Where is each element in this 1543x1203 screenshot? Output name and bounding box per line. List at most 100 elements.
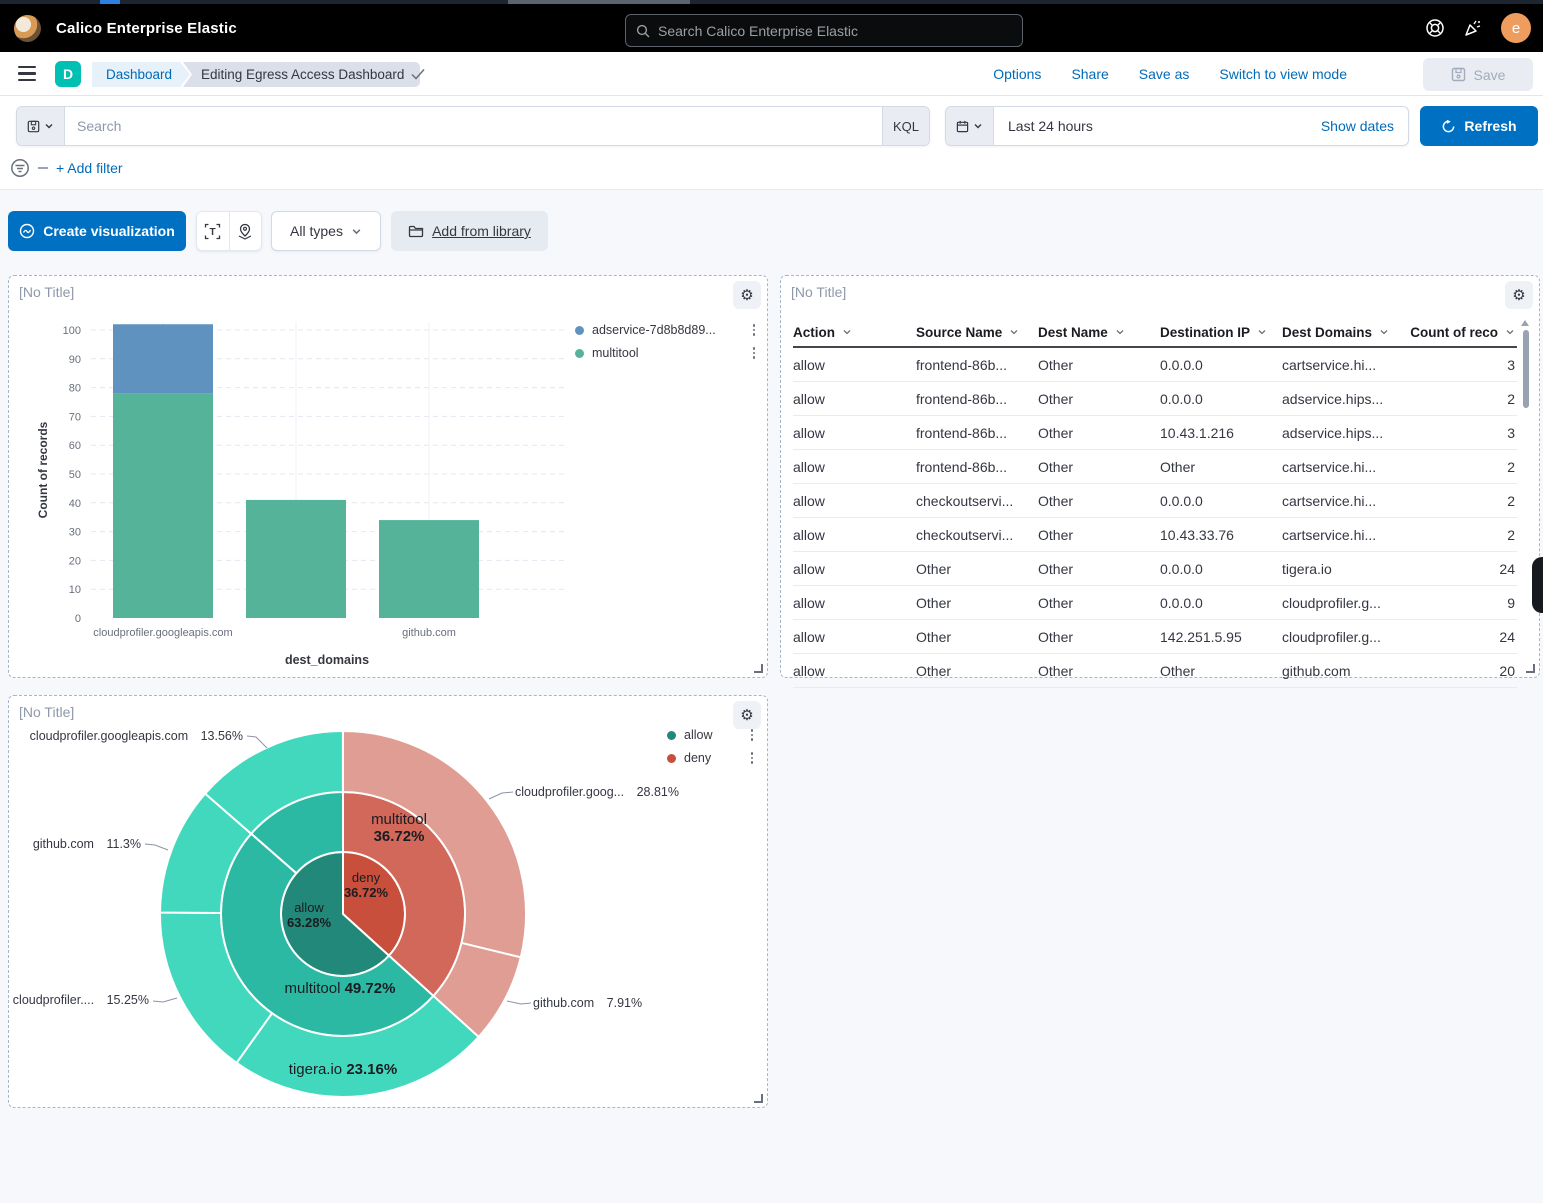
pie-legend-item[interactable]: allow xyxy=(667,727,755,743)
quick-add-group: T xyxy=(196,211,262,251)
bar-segment-adservice-7d8b8d89...[interactable] xyxy=(113,324,213,393)
callout-label: cloudprofiler.googleapis.com 13.56% xyxy=(30,729,243,743)
panel-settings-gear-icon[interactable]: ⚙ xyxy=(1505,281,1533,309)
legend-label[interactable]: allow xyxy=(684,728,713,742)
column-header-dest-domains[interactable]: Dest Domains xyxy=(1282,325,1404,340)
global-search-input[interactable]: Search Calico Enterprise Elastic xyxy=(625,14,1023,47)
pie-legend-item[interactable]: deny xyxy=(667,750,755,766)
table-cell: allow xyxy=(793,357,916,373)
panel-resize-handle[interactable] xyxy=(754,1094,763,1103)
table-cell: 142.251.5.95 xyxy=(1160,629,1282,645)
table-cell: allow xyxy=(793,527,916,543)
refresh-button[interactable]: Refresh xyxy=(1420,106,1538,146)
check-icon xyxy=(410,66,426,82)
all-types-select[interactable]: All types xyxy=(271,211,381,251)
table-cell: Other xyxy=(1038,561,1160,577)
add-map-icon[interactable] xyxy=(229,212,261,250)
bar-segment-multitool[interactable] xyxy=(113,393,213,618)
sort-chevron-icon xyxy=(1505,327,1515,337)
time-range-value[interactable]: Last 24 hours xyxy=(994,118,1321,134)
table-cell: allow xyxy=(793,391,916,407)
table-row: allowOtherOtherOthergithub.com20 xyxy=(793,654,1517,688)
save-button-label: Save xyxy=(1474,67,1506,83)
legend-label[interactable]: multitool xyxy=(592,346,639,360)
create-visualization-button[interactable]: Create visualization xyxy=(8,211,186,251)
add-from-library-button[interactable]: Add from library xyxy=(391,211,548,251)
column-header-label: Dest Name xyxy=(1038,325,1108,340)
kql-search-input[interactable]: Search KQL xyxy=(16,106,930,146)
panel-resize-handle[interactable] xyxy=(1526,664,1535,673)
options-link[interactable]: Options xyxy=(993,66,1041,82)
bar-legend-item[interactable]: adservice-7d8b8d89... xyxy=(575,322,757,338)
legend-options-icon[interactable] xyxy=(749,728,756,742)
table-row: allowOtherOther0.0.0.0cloudprofiler.g...… xyxy=(793,586,1517,620)
table-cell: allow xyxy=(793,459,916,475)
column-header-count-of-reco[interactable]: Count of reco xyxy=(1404,325,1517,340)
user-avatar[interactable]: e xyxy=(1501,13,1531,43)
calendar-menu-button[interactable] xyxy=(946,107,994,145)
table-cell: 3 xyxy=(1404,425,1517,441)
menu-icon[interactable] xyxy=(18,66,36,81)
help-icon[interactable] xyxy=(1425,18,1445,38)
svg-text:0: 0 xyxy=(75,613,81,625)
dashboard-app-badge[interactable]: D xyxy=(55,61,81,87)
filter-menu-icon[interactable] xyxy=(10,158,30,178)
panel-data-table: [No Title] ⚙ ActionSource NameDest NameD… xyxy=(780,275,1540,678)
slice-label: multitool xyxy=(371,811,427,828)
legend-label[interactable]: adservice-7d8b8d89... xyxy=(592,323,716,337)
save-button[interactable]: Save xyxy=(1423,58,1533,91)
switch-view-mode-link[interactable]: Switch to view mode xyxy=(1219,66,1347,82)
show-dates-link[interactable]: Show dates xyxy=(1321,118,1408,134)
bar-legend-item[interactable]: multitool xyxy=(575,345,757,361)
table-row: allowfrontend-86b...Other0.0.0.0cartserv… xyxy=(793,348,1517,382)
sunburst-legend: allow deny xyxy=(667,727,755,766)
panel-settings-gear-icon[interactable]: ⚙ xyxy=(733,701,761,729)
calico-logo-icon xyxy=(14,15,41,42)
data-table: Action Source NameDest Name Destination IP… xyxy=(793,318,1517,688)
breadcrumb-dashboard[interactable]: Dashboard xyxy=(92,62,190,87)
bar-segment-multitool[interactable] xyxy=(246,500,346,618)
table-cell: Other xyxy=(1038,527,1160,543)
table-cell: cartservice.hi... xyxy=(1282,357,1404,373)
saved-query-menu-button[interactable] xyxy=(17,107,65,145)
slice-label: deny xyxy=(352,870,381,885)
column-header-destination-ip[interactable]: Destination IP xyxy=(1160,325,1282,340)
table-cell: adservice.hips... xyxy=(1282,425,1404,441)
table-cell: checkoutservi... xyxy=(916,493,1038,509)
share-link[interactable]: Share xyxy=(1071,66,1108,82)
table-cell: cartservice.hi... xyxy=(1282,493,1404,509)
collapsed-flyout-handle[interactable] xyxy=(1532,557,1543,613)
sort-chevron-icon xyxy=(1257,327,1267,337)
svg-text:90: 90 xyxy=(69,354,81,366)
table-scroll-up-icon[interactable] xyxy=(1521,320,1529,326)
chevron-down-icon xyxy=(44,121,54,131)
search-placeholder: Search xyxy=(65,118,882,134)
column-header-dest-name[interactable]: Dest Name xyxy=(1038,325,1160,340)
legend-options-icon[interactable] xyxy=(751,346,758,360)
legend-label[interactable]: deny xyxy=(684,751,711,765)
add-filter-link[interactable]: + Add filter xyxy=(56,160,123,176)
date-picker[interactable]: Last 24 hours Show dates xyxy=(945,106,1409,146)
panel-settings-gear-icon[interactable]: ⚙ xyxy=(733,281,761,309)
table-cell: 24 xyxy=(1404,561,1517,577)
table-cell: Other xyxy=(1160,663,1282,679)
column-header-label: Action xyxy=(793,325,835,340)
newsfeed-icon[interactable] xyxy=(1463,18,1483,38)
panel-resize-handle[interactable] xyxy=(754,664,763,673)
add-text-icon[interactable]: T xyxy=(197,212,229,250)
table-cell: Other xyxy=(916,595,1038,611)
column-header-action[interactable]: Action xyxy=(793,325,916,340)
legend-options-icon[interactable] xyxy=(751,323,758,337)
slice-label: 36.72% xyxy=(344,885,389,900)
legend-options-icon[interactable] xyxy=(749,751,756,765)
table-scrollbar[interactable] xyxy=(1523,330,1529,408)
bar-segment-multitool[interactable] xyxy=(379,520,479,618)
kql-language-button[interactable]: KQL xyxy=(882,107,929,145)
svg-text:80: 80 xyxy=(69,383,81,395)
column-header-source-name[interactable]: Source Name xyxy=(916,325,1038,340)
all-types-label: All types xyxy=(290,223,343,239)
table-cell: allow xyxy=(793,629,916,645)
table-cell: Other xyxy=(916,663,1038,679)
legend-dot-icon xyxy=(575,349,584,358)
save-as-link[interactable]: Save as xyxy=(1139,66,1190,82)
